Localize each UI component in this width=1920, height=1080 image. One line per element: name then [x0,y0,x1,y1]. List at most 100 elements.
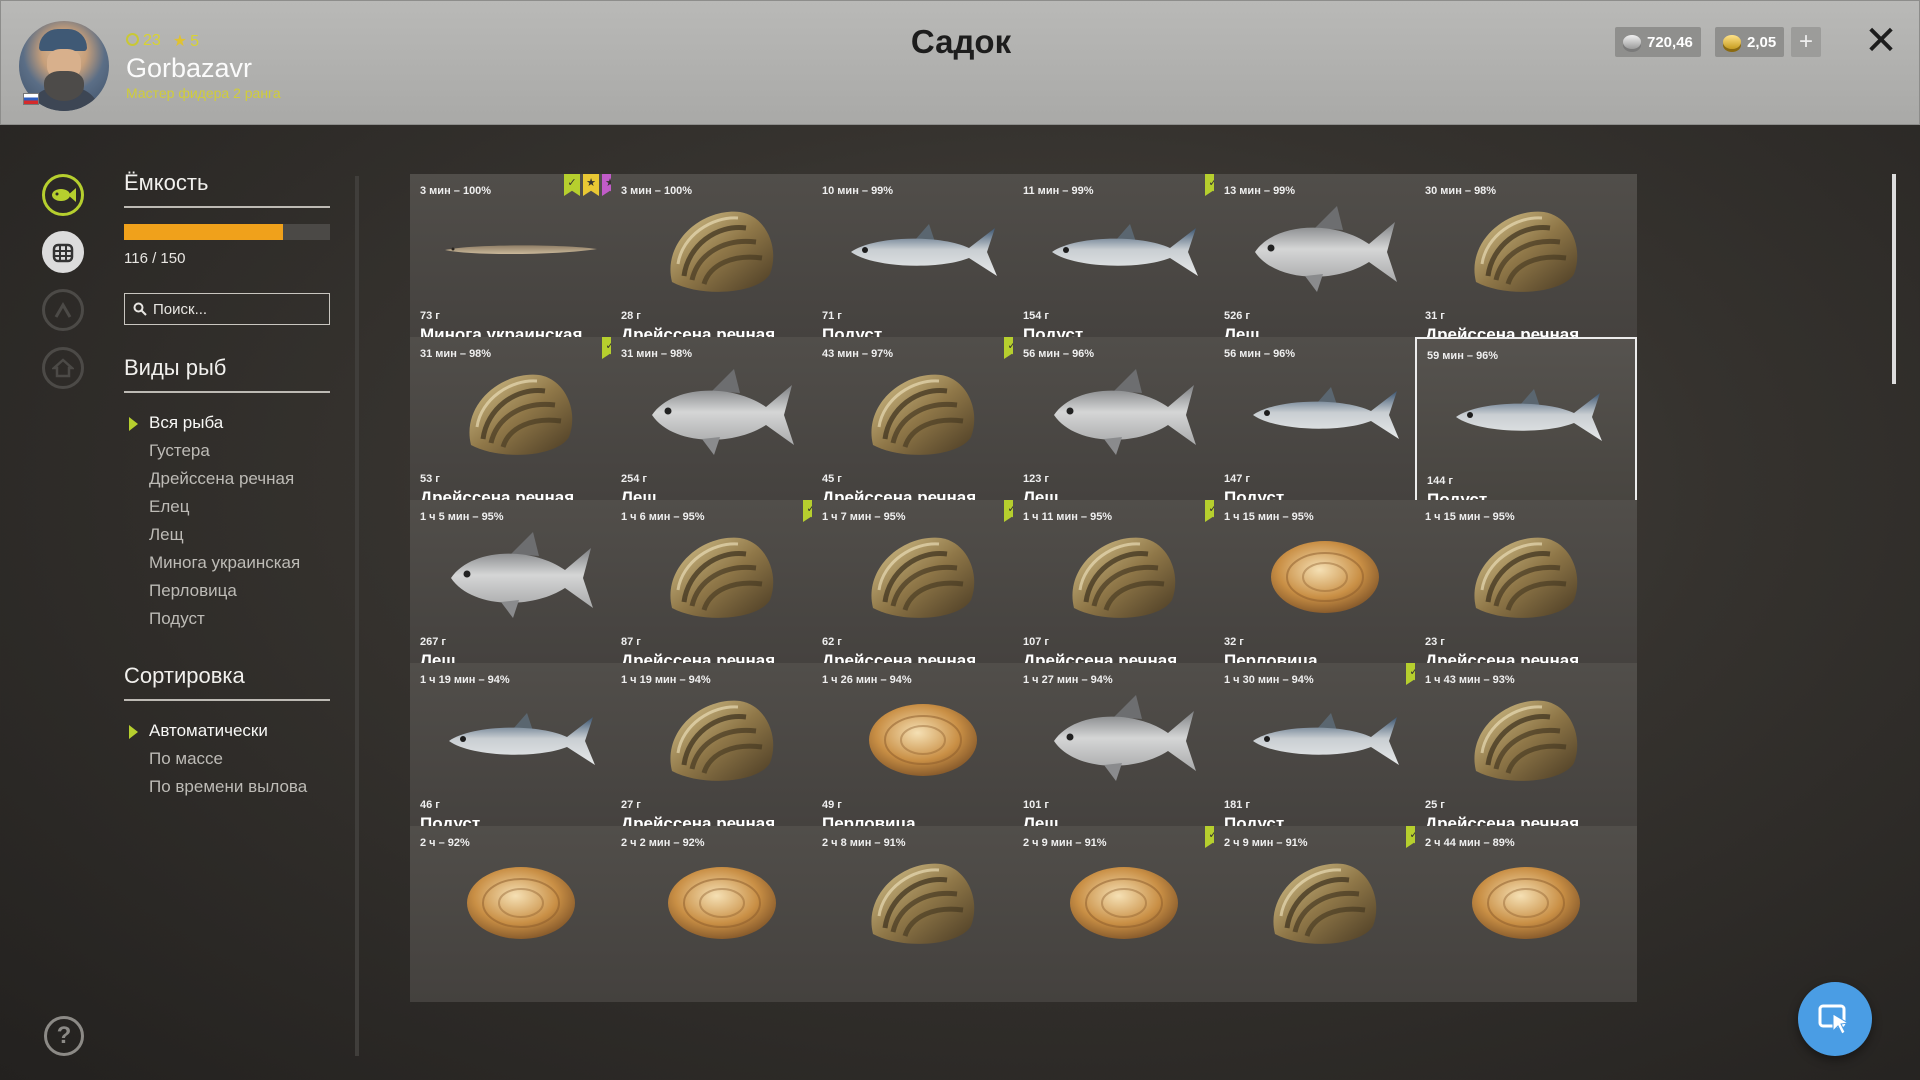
catch-card[interactable]: 2 ч 9 мин – 91% ✓ [1013,826,1235,1002]
fish-icon[interactable] [42,174,84,216]
catch-weight: 71 г [822,310,842,322]
catch-weight: 53 г [420,473,440,485]
catch-card[interactable]: 2 ч 9 мин – 91% ✓ [1214,826,1436,1002]
catch-time: 1 ч 15 мин – 95% [1224,511,1314,523]
catch-card[interactable]: 2 ч 8 мин – 91% [812,826,1034,1002]
grid-scrollbar[interactable] [1892,174,1896,384]
catch-time: 13 мин – 99% [1224,185,1296,197]
catch-time: 2 ч 9 мин – 91% [1023,837,1107,849]
search-box[interactable] [124,293,330,325]
sort-option[interactable]: Автоматически [124,717,330,745]
cursor-mode-button[interactable] [1798,982,1872,1056]
home-icon[interactable] [42,347,84,389]
keepnet-icon[interactable] [42,231,84,273]
catch-card[interactable]: 1 ч 6 мин – 95% ✓ 87 г Дрейссена речная [611,500,833,676]
catch-time: 1 ч 11 мин – 95% [1023,511,1113,523]
catch-card[interactable]: 3 мин – 100% ✓ ★ ★ 73 г Минога украинская [410,174,632,350]
catch-time: 2 ч 9 мин – 91% [1224,837,1308,849]
catch-card[interactable]: 2 ч 2 мин – 92% [611,826,833,1002]
mussel-image [1435,687,1617,791]
sort-option[interactable]: По массе [124,745,330,773]
catch-card[interactable]: 30 мин – 98% 31 г Дрейссена речная [1415,174,1637,350]
capacity-bar [124,224,330,240]
species-option[interactable]: Лещ [124,521,330,549]
catch-time: 1 ч 5 мин – 95% [420,511,504,523]
catch-card[interactable]: 31 мин – 98% 254 г Лещ [611,337,833,513]
catch-card[interactable]: 1 ч 15 мин – 95% 23 г Дрейссена речная [1415,500,1637,676]
catch-card[interactable]: 2 ч – 92% [410,826,632,1002]
mussel-image [832,850,1014,954]
catch-grid: 3 мин – 100% ✓ ★ ★ 73 г Минога украинская 3 м… [410,174,1862,1080]
lamprey-image [430,198,612,302]
catch-card[interactable]: 56 мин – 96% 123 г Лещ [1013,337,1235,513]
catch-card[interactable]: 1 ч 7 мин – 95% ✓ 62 г Дрейссена речная [812,500,1034,676]
catch-weight: 147 г [1224,473,1250,485]
slim-image [832,198,1014,302]
catch-card[interactable]: 1 ч 19 мин – 94% 46 г Подуст [410,663,632,839]
clam-image [631,850,813,954]
species-option[interactable]: Вся рыба [124,409,330,437]
catch-card[interactable]: 1 ч 27 мин – 94% 101 г Лещ [1013,663,1235,839]
slim-image [1033,198,1215,302]
clam-image [1234,524,1416,628]
clam-image [832,687,1014,791]
sort-heading: Сортировка [124,663,330,701]
catch-weight: 526 г [1224,310,1250,322]
catch-card[interactable]: 3 мин – 100% 28 г Дрейссена речная [611,174,833,350]
catch-card[interactable]: 31 мин – 98% ✓ 53 г Дрейссена речная [410,337,632,513]
species-option[interactable]: Дрейссена речная [124,465,330,493]
catch-card[interactable]: 10 мин – 99% 71 г Подуст [812,174,1034,350]
catch-card[interactable]: 1 ч 30 мин – 94% ✓ 181 г Подуст [1214,663,1436,839]
clam-image [1033,850,1215,954]
catch-card[interactable]: 43 мин – 97% ✓ 45 г Дрейссена речная [812,337,1034,513]
search-icon [133,302,147,316]
sort-filter: Сортировка Автоматически По массе По време… [124,663,330,801]
catch-weight: 49 г [822,799,842,811]
catch-weight: 101 г [1023,799,1049,811]
catch-weight: 73 г [420,310,440,322]
species-option[interactable]: Елец [124,493,330,521]
close-button[interactable]: ✕ [1863,19,1899,63]
player-rank: Мастер фидера 2 ранга [126,85,281,101]
catch-card[interactable]: 13 мин – 99% 526 г Лещ [1214,174,1436,350]
catch-card[interactable]: 56 мин – 96% 147 г Подуст [1214,337,1436,513]
catch-card[interactable]: 1 ч 15 мин – 95% 32 г Перловица [1214,500,1436,676]
catch-time: 2 ч – 92% [420,837,470,849]
catch-card[interactable]: 2 ч 44 мин – 89% [1415,826,1637,1002]
catch-time: 1 ч 43 мин – 93% [1425,674,1515,686]
species-option[interactable]: Перловица [124,577,330,605]
silver-coin-icon [1623,35,1641,49]
species-option[interactable]: Подуст [124,605,330,633]
catch-card[interactable]: 1 ч 19 мин – 94% 27 г Дрейссена речная [611,663,833,839]
catch-weight: 27 г [621,799,641,811]
catch-card[interactable]: 1 ч 43 мин – 93% 25 г Дрейссена речная [1415,663,1637,839]
catch-weight: 28 г [621,310,641,322]
rank-icon[interactable] [42,289,84,331]
catch-card[interactable]: 1 ч 11 мин – 95% ✓ 107 г Дрейссена речная [1013,500,1235,676]
search-input[interactable] [153,300,323,318]
help-button[interactable]: ? [44,1016,84,1056]
catch-time: 30 мин – 98% [1425,185,1497,197]
catch-weight: 154 г [1023,310,1049,322]
mussel-image [832,524,1014,628]
catch-card[interactable]: 11 мин – 99% ✓ 154 г Подуст [1013,174,1235,350]
slim-image [1437,363,1619,467]
catch-card[interactable]: 1 ч 26 мин – 94% 49 г Перловица [812,663,1034,839]
species-option[interactable]: Густера [124,437,330,465]
silver-value: 720,46 [1647,33,1693,51]
catch-weight: 107 г [1023,636,1049,648]
catch-card[interactable]: 59 мин – 96% 144 гПодуст [1415,337,1637,513]
catch-card[interactable]: 1 ч 5 мин – 95% 267 г Лещ [410,500,632,676]
species-option[interactable]: Минога украинская [124,549,330,577]
sort-option[interactable]: По времени вылова [124,773,330,801]
catch-time: 1 ч 15 мин – 95% [1425,511,1515,523]
catch-time: 59 мин – 96% [1427,350,1499,362]
gold-balance: 2,05 [1715,27,1785,57]
catch-time: 2 ч 8 мин – 91% [822,837,906,849]
catch-time: 43 мин – 97% [822,348,894,360]
add-currency-button[interactable]: + [1791,27,1821,57]
mussel-image [1234,850,1416,954]
mussel-image [1435,524,1617,628]
species-heading: Виды рыб [124,355,330,393]
gold-value: 2,05 [1747,33,1777,51]
